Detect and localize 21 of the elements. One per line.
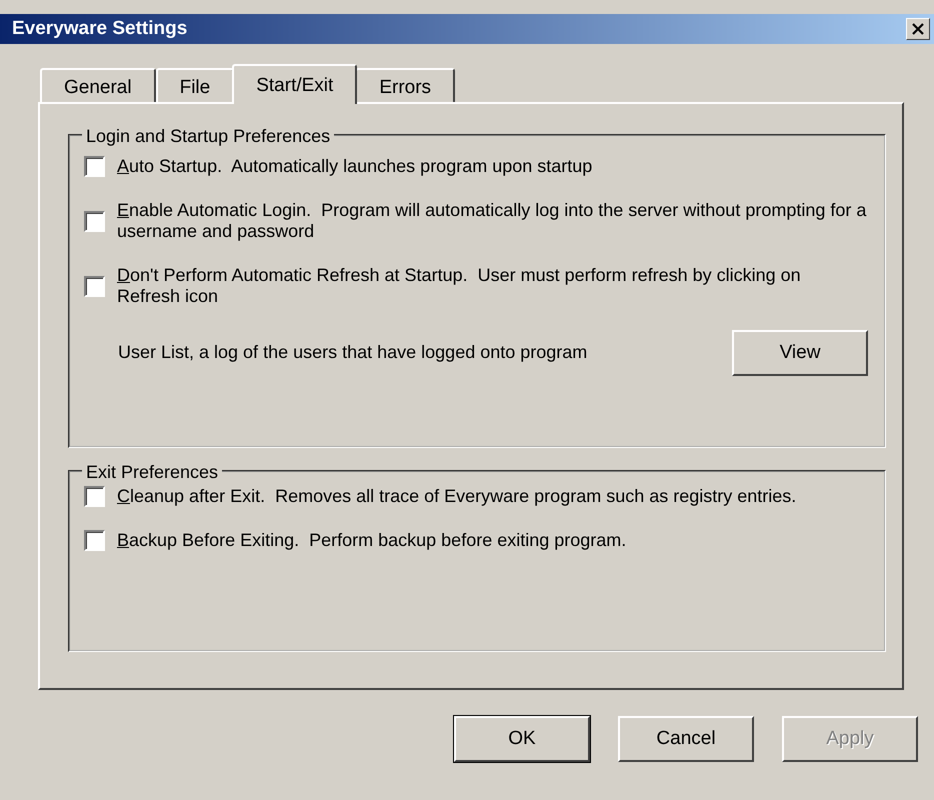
close-button[interactable] xyxy=(906,18,930,40)
view-button[interactable]: View xyxy=(732,330,868,376)
checkbox[interactable] xyxy=(84,486,105,508)
tab[interactable]: Start/Exit xyxy=(232,64,358,104)
description-text: User List, a log of the users that have logged onto program xyxy=(118,341,588,364)
checkbox-label: Backup Before Exiting. Perform backup before exiting program. xyxy=(117,530,626,552)
checkbox[interactable] xyxy=(84,156,105,178)
tab[interactable]: File xyxy=(156,68,234,102)
checkbox-label: Auto Startup. Automatically launches program upon startup xyxy=(117,156,592,178)
checkbox[interactable] xyxy=(84,530,105,551)
checkbox[interactable] xyxy=(84,276,105,297)
dialog-button[interactable]: Cancel xyxy=(618,716,754,762)
checkbox-label: Cleanup after Exit. Removes all trace of Everyware program such as registry entries. xyxy=(117,486,796,508)
dialog-button[interactable]: OK xyxy=(454,716,590,762)
tab[interactable]: Errors xyxy=(355,68,456,102)
window-title: Everyware Settings xyxy=(12,16,188,41)
checkbox-label: Enable Automatic Login. Program will automatically log into the server without prompting for a username and password xyxy=(117,200,868,243)
close-icon xyxy=(911,22,925,36)
checkbox-label: Don't Perform Automatic Refresh at Startup. User must perform refresh by clicking on Refresh icon xyxy=(117,264,802,308)
checkbox[interactable] xyxy=(84,210,105,232)
tab[interactable]: General xyxy=(40,68,156,102)
